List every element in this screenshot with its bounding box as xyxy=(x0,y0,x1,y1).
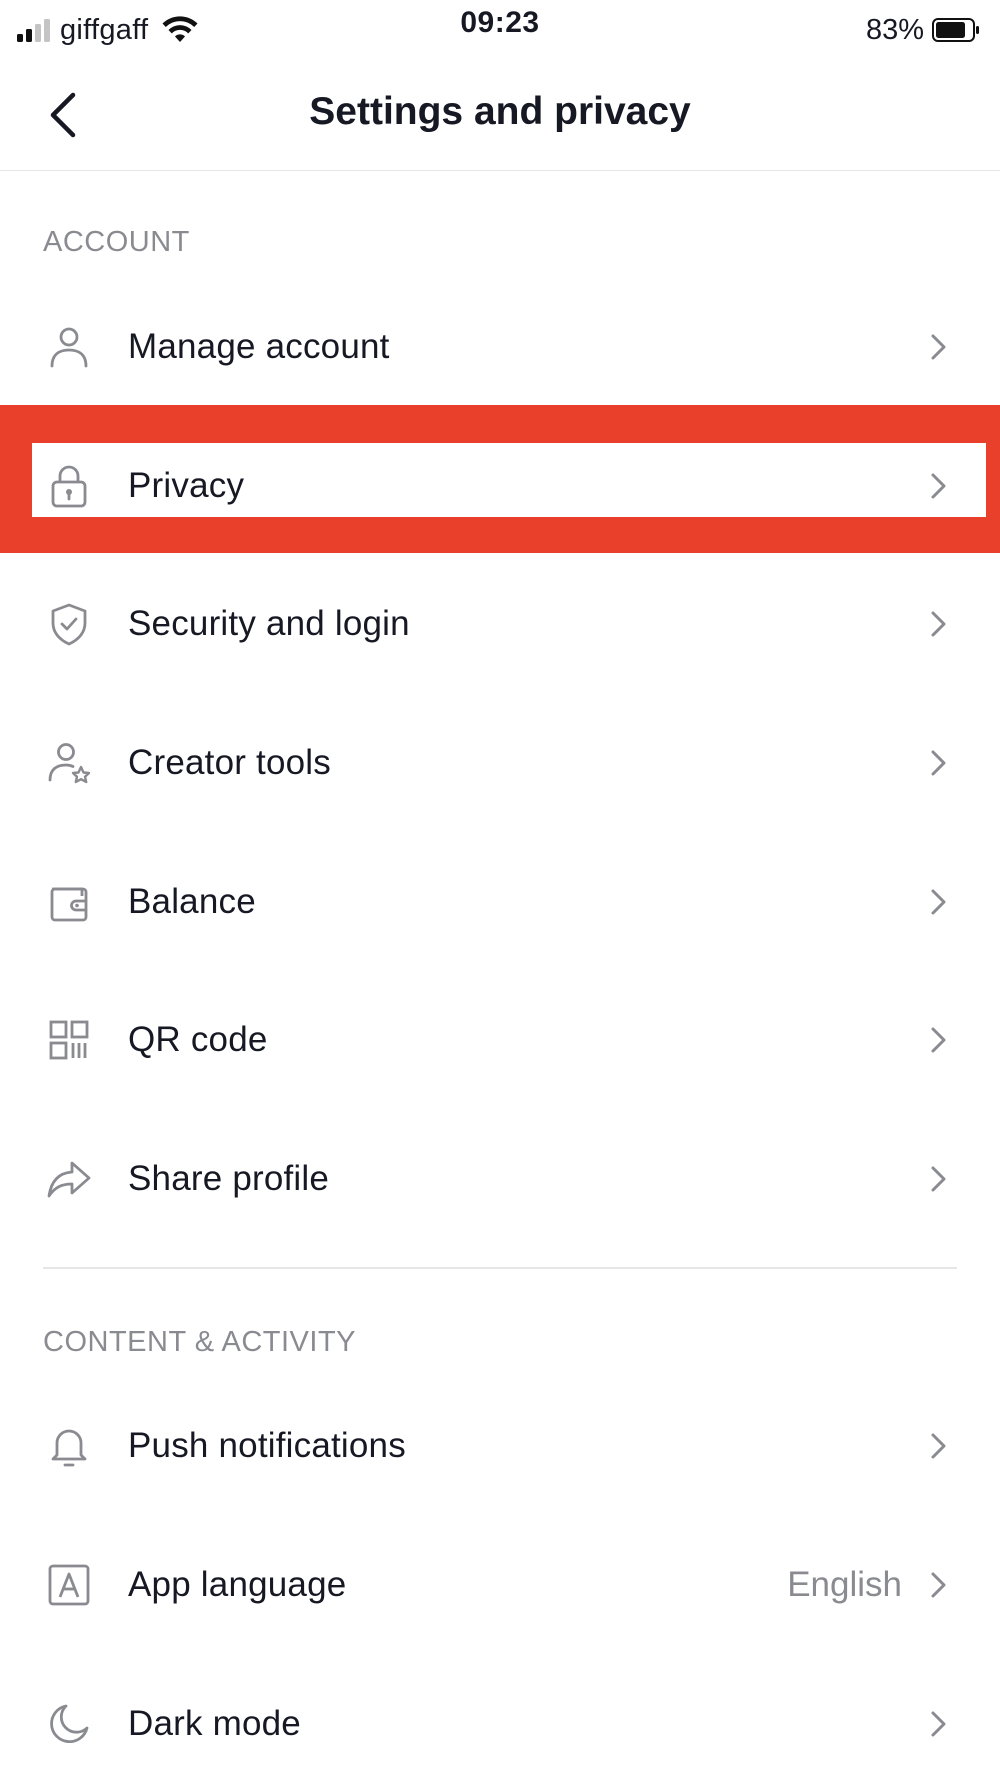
battery-percentage: 83% xyxy=(865,13,924,46)
status-time: 09:23 xyxy=(460,6,540,39)
share-arrow-icon xyxy=(47,1161,91,1198)
section-header-account: ACCOUNT xyxy=(43,226,190,258)
section-header-content-activity: CONTENT & ACTIVITY xyxy=(43,1326,357,1358)
settings-item-label: Dark mode xyxy=(128,1704,301,1743)
shield-check-icon xyxy=(51,603,87,646)
settings-item-push-notifications[interactable]: Push notifications xyxy=(0,1386,1000,1506)
chevron-right-icon xyxy=(931,334,946,360)
person-star-icon xyxy=(48,743,91,784)
chevron-right-icon xyxy=(931,750,946,776)
settings-item-app-language[interactable]: App language English xyxy=(0,1525,1000,1645)
person-icon xyxy=(50,327,88,368)
page-title: Settings and privacy xyxy=(309,90,691,133)
chevron-right-icon xyxy=(931,1711,946,1737)
section-divider xyxy=(43,1267,957,1269)
chevron-right-icon xyxy=(931,1166,946,1192)
settings-item-creator-tools[interactable]: Creator tools xyxy=(0,703,1000,823)
settings-item-balance[interactable]: Balance xyxy=(0,842,1000,962)
navigation-bar: Settings and privacy xyxy=(0,60,1000,171)
lock-icon xyxy=(51,465,87,508)
chevron-right-icon xyxy=(931,473,946,499)
chevron-right-icon xyxy=(931,1572,946,1598)
battery-icon xyxy=(932,18,979,42)
settings-item-label: Push notifications xyxy=(128,1426,406,1465)
settings-item-label: Security and login xyxy=(128,604,410,643)
qr-code-icon xyxy=(49,1020,89,1060)
settings-item-label: Privacy xyxy=(128,466,245,505)
settings-item-qr-code[interactable]: QR code xyxy=(0,980,1000,1100)
language-a-icon xyxy=(48,1564,90,1606)
settings-item-label: Balance xyxy=(128,882,256,921)
settings-item-label: App language xyxy=(128,1565,347,1604)
chevron-right-icon xyxy=(931,1433,946,1459)
settings-item-security-and-login[interactable]: Security and login xyxy=(0,564,1000,684)
settings-item-dark-mode[interactable]: Dark mode xyxy=(0,1664,1000,1784)
settings-item-label: Share profile xyxy=(128,1159,330,1198)
bell-icon xyxy=(51,1429,87,1467)
chevron-right-icon xyxy=(931,889,946,915)
status-bar: giffgaff 09:23 83% xyxy=(0,0,1000,60)
settings-item-privacy[interactable]: Privacy xyxy=(0,426,1000,546)
language-value: English xyxy=(787,1565,902,1604)
settings-item-label: Creator tools xyxy=(128,743,331,782)
settings-item-label: Manage account xyxy=(128,327,390,366)
wallet-icon xyxy=(50,887,88,922)
moon-icon xyxy=(50,1704,89,1744)
chevron-right-icon xyxy=(931,611,946,637)
settings-item-label: QR code xyxy=(128,1020,268,1059)
chevron-right-icon xyxy=(931,1027,946,1053)
settings-item-share-profile[interactable]: Share profile xyxy=(0,1119,1000,1239)
settings-item-manage-account[interactable]: Manage account xyxy=(0,287,1000,407)
status-right: 83% xyxy=(866,10,980,50)
